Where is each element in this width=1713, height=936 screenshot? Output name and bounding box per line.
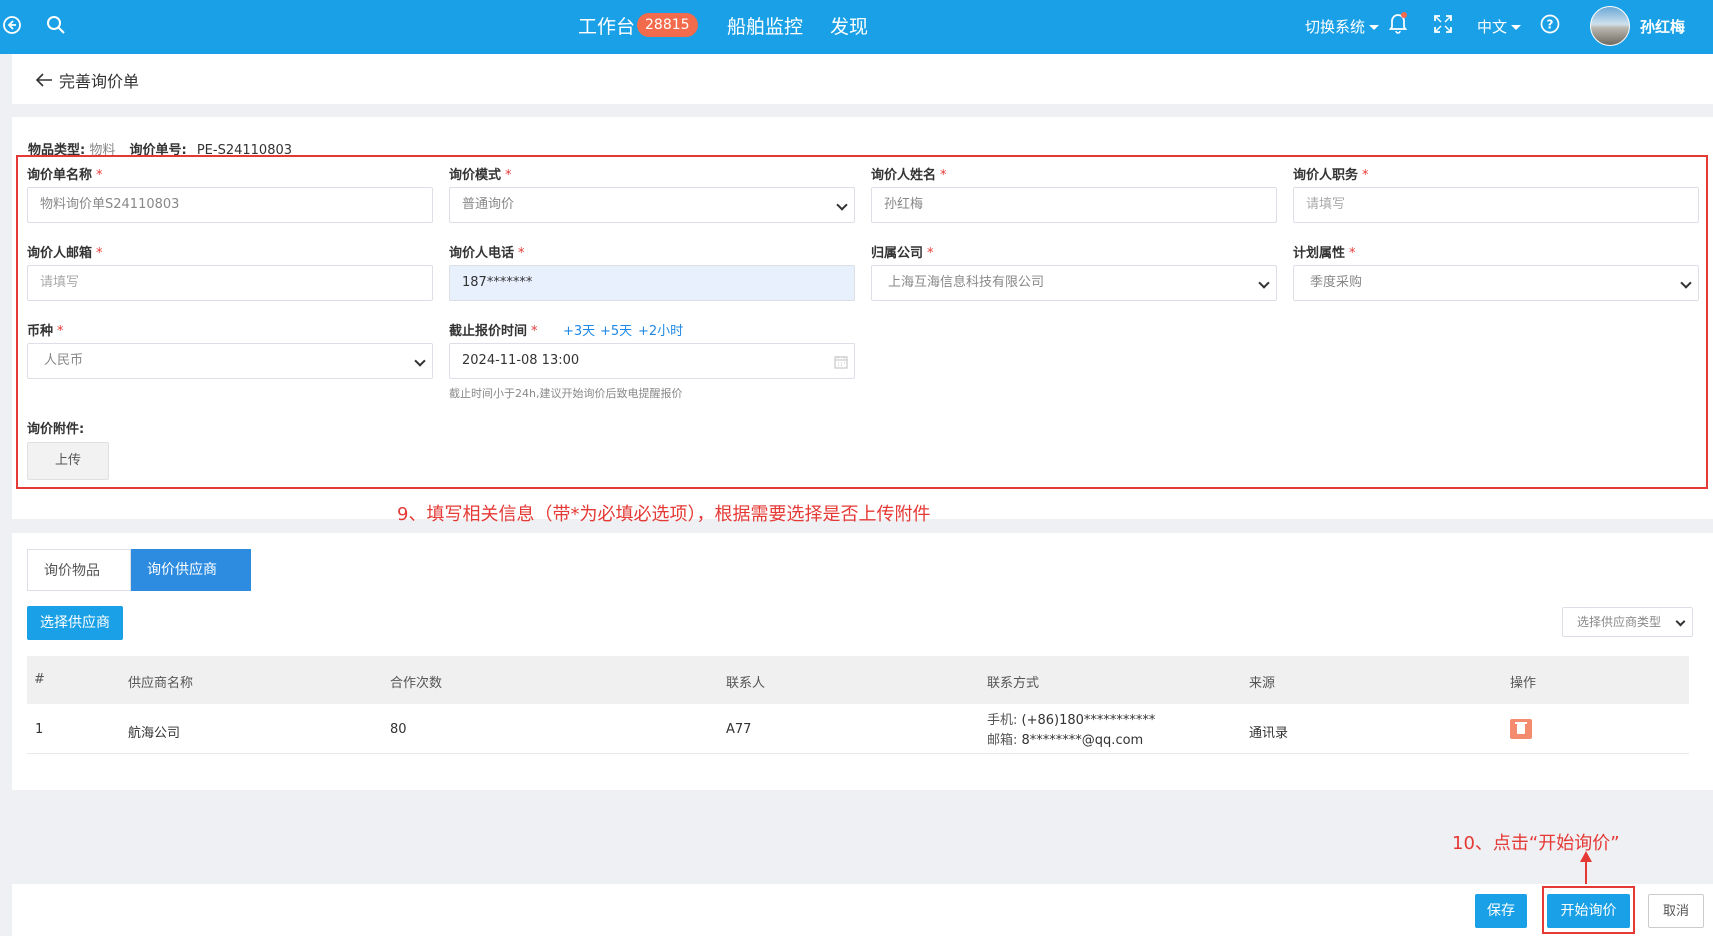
caret-down-icon xyxy=(1511,25,1522,30)
inquiry-mode-value: 普通询价 xyxy=(462,197,515,212)
help-icon[interactable]: ? xyxy=(1540,14,1560,34)
workbench-count-badge: 28815 xyxy=(637,13,698,37)
footer-bar xyxy=(12,884,1713,936)
row-divider xyxy=(27,753,1689,754)
plan-attr-value: 季度采购 xyxy=(1310,275,1363,290)
currency-label: 币种 * xyxy=(27,324,64,339)
annotation-step-9: 9、填写相关信息（带*为必填必选项），根据需要选择是否上传附件 xyxy=(397,504,931,525)
chevron-down-icon xyxy=(414,355,426,367)
col-actions: 操作 xyxy=(1510,676,1537,691)
row-supplier-name: 航海公司 xyxy=(128,726,181,741)
caret-down-icon xyxy=(1369,25,1380,30)
inquirer-title-input[interactable]: 请填写 xyxy=(1293,187,1699,223)
company-label: 归属公司 * xyxy=(871,246,934,261)
svg-text:?: ? xyxy=(1547,18,1554,32)
email-value: 8********@qq.com xyxy=(1021,733,1144,748)
inquirer-name-input[interactable]: 孙红梅 xyxy=(871,187,1277,223)
phone-value: (+86)180*********** xyxy=(1021,713,1156,728)
inquirer-email-label: 询价人邮箱 * xyxy=(27,246,103,261)
bell-icon[interactable] xyxy=(1388,12,1408,34)
deadline-plus-3-days[interactable]: +3天 xyxy=(563,320,595,339)
inquiry-name-input[interactable]: 物料询价单S24110803 xyxy=(27,187,433,223)
nav-ship-monitor[interactable]: 船舶监控 xyxy=(727,12,803,39)
back-link[interactable]: 完善询价单 xyxy=(35,68,139,92)
row-index: 1 xyxy=(35,722,44,737)
inquirer-name-label: 询价人姓名 * xyxy=(871,168,947,183)
col-index: # xyxy=(34,672,45,687)
switch-system-menu[interactable]: 切换系统 xyxy=(1305,16,1380,37)
email-label: 邮箱: xyxy=(987,733,1018,748)
page-header-panel xyxy=(12,54,1713,104)
company-select[interactable]: 上海互海信息科技有限公司 xyxy=(871,265,1277,301)
select-supplier-button[interactable]: 选择供应商 xyxy=(27,606,123,640)
username[interactable]: 孙红梅 xyxy=(1640,16,1685,37)
back-circle-icon[interactable] xyxy=(2,15,22,35)
inquirer-phone-label: 询价人电话 * xyxy=(449,246,525,261)
arrow-shaft xyxy=(1585,860,1587,884)
deadline-input[interactable]: 2024-11-08 13:00 xyxy=(449,343,855,379)
phone-label: 手机: xyxy=(987,713,1018,728)
annotation-step-10: 10、点击“开始询价” xyxy=(1452,833,1620,854)
col-supplier-name: 供应商名称 xyxy=(128,676,194,691)
tab-inquiry-suppliers[interactable]: 询价供应商(1) xyxy=(131,549,251,620)
inquirer-phone-input[interactable]: 187******* xyxy=(449,265,855,301)
fullscreen-icon[interactable] xyxy=(1434,15,1452,33)
calendar-icon xyxy=(834,356,848,369)
row-contact: A77 xyxy=(726,722,752,737)
tab-inquiry-items[interactable]: 询价物品(1) xyxy=(27,549,131,621)
attachment-label: 询价附件: xyxy=(27,422,85,437)
avatar[interactable] xyxy=(1590,6,1630,46)
supplier-type-placeholder: 选择供应商类型 xyxy=(1577,615,1662,629)
col-contact: 联系人 xyxy=(726,676,766,691)
inquiry-name-label: 询价单名称 * xyxy=(27,168,103,183)
company-value: 上海互海信息科技有限公司 xyxy=(888,275,1045,290)
row-source: 通讯录 xyxy=(1249,726,1289,741)
chevron-down-icon xyxy=(836,199,848,211)
switch-system-label: 切换系统 xyxy=(1305,18,1366,36)
arrow-left-icon xyxy=(35,73,52,87)
inquiry-mode-select[interactable]: 普通询价 xyxy=(449,187,855,223)
plan-attr-label: 计划属性 * xyxy=(1293,246,1356,261)
deadline-label: 截止报价时间 * xyxy=(449,324,538,339)
deadline-plus-5-days[interactable]: +5天 xyxy=(600,320,632,339)
plan-attr-select[interactable]: 季度采购 xyxy=(1293,265,1699,301)
chevron-down-icon xyxy=(1675,616,1686,627)
row-coop-times: 80 xyxy=(390,722,407,737)
currency-select[interactable]: 人民币 xyxy=(27,343,433,379)
chevron-down-icon xyxy=(1258,277,1270,289)
row-contact-info: 手机: (+86)180*********** 邮箱: 8********@qq… xyxy=(987,711,1155,751)
deadline-value: 2024-11-08 13:00 xyxy=(462,353,580,368)
upload-button[interactable]: 上传 xyxy=(27,442,109,480)
col-coop-times: 合作次数 xyxy=(390,676,443,691)
inquiry-mode-label: 询价模式 * xyxy=(449,168,512,183)
save-button[interactable]: 保存 xyxy=(1475,894,1527,928)
supplier-table-header: # 供应商名称 合作次数 联系人 联系方式 来源 操作 xyxy=(27,656,1689,704)
col-contact-info: 联系方式 xyxy=(987,676,1040,691)
search-icon[interactable] xyxy=(46,15,66,35)
cancel-button[interactable]: 取消 xyxy=(1648,894,1704,928)
nav-discover[interactable]: 发现 xyxy=(830,12,868,39)
currency-value: 人民币 xyxy=(44,353,84,368)
deadline-plus-2-hours[interactable]: +2小时 xyxy=(638,320,683,339)
inquirer-title-label: 询价人职务 * xyxy=(1293,168,1369,183)
deadline-hint: 截止时间小于24h,建议开始询价后致电提醒报价 xyxy=(449,387,683,400)
col-source: 来源 xyxy=(1249,676,1276,691)
inquirer-email-input[interactable]: 请填写 xyxy=(27,265,433,301)
nav-workbench[interactable]: 工作台 xyxy=(578,12,635,39)
language-menu[interactable]: 中文 xyxy=(1477,16,1522,37)
start-inquiry-button[interactable]: 开始询价 xyxy=(1547,894,1630,928)
page-title: 完善询价单 xyxy=(59,72,140,91)
language-label: 中文 xyxy=(1477,18,1508,36)
chevron-down-icon xyxy=(1680,277,1692,289)
supplier-type-select[interactable]: 选择供应商类型 xyxy=(1562,607,1693,637)
delete-icon[interactable] xyxy=(1510,719,1532,739)
top-bar: 工作台 28815 船舶监控 发现 切换系统 中文 ? 孙红梅 xyxy=(0,0,1713,54)
